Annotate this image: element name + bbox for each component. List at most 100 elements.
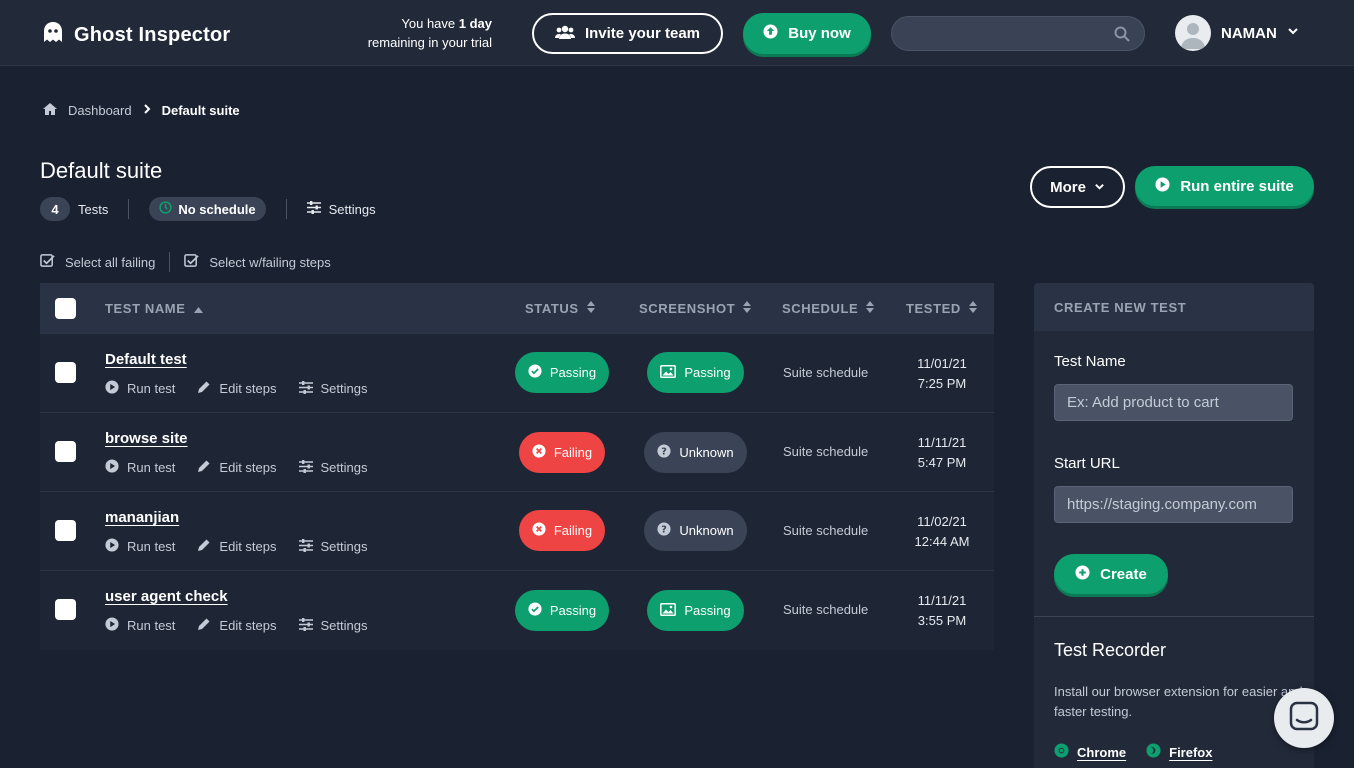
start-url-input[interactable]: https://staging.company.com xyxy=(1054,486,1293,523)
schedule-cell: Suite schedule xyxy=(783,523,869,538)
edit-steps-button[interactable]: Edit steps xyxy=(197,380,277,397)
run-test-button[interactable]: Run test xyxy=(105,538,175,555)
panel-header: CREATE NEW TEST xyxy=(1034,283,1314,331)
create-button[interactable]: Create xyxy=(1054,554,1168,594)
status-label: Failing xyxy=(553,523,593,538)
status-badge[interactable]: Failing xyxy=(519,432,605,473)
row-checkbox[interactable] xyxy=(55,362,76,383)
sliders-icon xyxy=(298,380,313,397)
status-label: Passing xyxy=(549,603,597,618)
row-checkbox[interactable] xyxy=(55,520,76,541)
firefox-extension-link[interactable]: Firefox xyxy=(1146,743,1212,761)
column-header-test-name[interactable]: TEST NAME xyxy=(105,301,203,316)
recorder-title: Test Recorder xyxy=(1054,640,1167,660)
select-all-failing-button[interactable]: Select all failing xyxy=(40,253,155,271)
column-label: STATUS xyxy=(525,301,579,316)
buy-now-button[interactable]: Buy now xyxy=(743,13,871,54)
chat-launcher-button[interactable] xyxy=(1274,688,1334,748)
tested-date: 11/02/21 xyxy=(917,514,967,529)
screenshot-label: Passing xyxy=(684,603,731,618)
breadcrumb-dashboard-link[interactable]: Dashboard xyxy=(68,103,132,118)
create-label: Create xyxy=(1100,565,1147,583)
divider xyxy=(169,252,171,272)
invite-team-button[interactable]: Invite your team xyxy=(532,13,723,54)
test-name-link[interactable]: browse site xyxy=(105,430,188,447)
row-actions: Run test Edit steps Settings xyxy=(105,459,390,476)
page-title: Default suite xyxy=(40,158,163,183)
tested-cell: 11/11/21 5:47 PM xyxy=(906,433,978,473)
play-circle-icon xyxy=(105,617,119,634)
sliders-icon xyxy=(298,617,313,634)
test-settings-button[interactable]: Settings xyxy=(298,459,368,476)
column-header-status[interactable]: STATUS xyxy=(525,301,595,316)
test-name-label: Test Name xyxy=(1054,353,1126,370)
select-failing-steps-label: Select w/failing steps xyxy=(209,254,331,270)
row-actions: Run test Edit steps Settings xyxy=(105,380,390,397)
run-test-label: Run test xyxy=(127,381,176,396)
check-square-icon xyxy=(40,253,55,271)
run-entire-suite-button[interactable]: Run entire suite xyxy=(1135,166,1314,206)
image-icon xyxy=(660,602,677,619)
logo-text: Ghost Inspector xyxy=(74,24,231,46)
chevron-right-icon xyxy=(142,103,152,118)
test-settings-button[interactable]: Settings xyxy=(298,538,368,555)
settings-label: Settings xyxy=(320,381,368,396)
ghost-logo-icon xyxy=(40,20,66,51)
test-name-link[interactable]: user agent check xyxy=(105,588,228,605)
chevron-down-icon xyxy=(1094,179,1105,196)
start-url-label: Start URL xyxy=(1054,455,1120,472)
status-badge[interactable]: Passing xyxy=(515,352,609,393)
tested-date: 11/01/21 xyxy=(917,356,967,371)
logo[interactable]: Ghost Inspector xyxy=(40,20,230,51)
edit-steps-button[interactable]: Edit steps xyxy=(197,538,277,555)
status-badge[interactable]: Passing xyxy=(515,590,609,631)
screenshot-badge[interactable]: Passing xyxy=(647,352,744,393)
edit-steps-button[interactable]: Edit steps xyxy=(197,459,277,476)
screenshot-badge[interactable]: Passing xyxy=(647,590,744,631)
test-name-input[interactable]: Ex: Add product to cart xyxy=(1054,384,1293,421)
row-checkbox[interactable] xyxy=(55,441,76,462)
chrome-extension-link[interactable]: Chrome xyxy=(1054,743,1126,761)
sort-up-icon xyxy=(193,301,203,316)
edit-steps-label: Edit steps xyxy=(219,618,277,633)
run-test-button[interactable]: Run test xyxy=(105,380,175,397)
tested-date: 11/11/21 xyxy=(917,435,967,450)
test-name-link[interactable]: Default test xyxy=(105,351,187,368)
user-menu[interactable]: NAMAN xyxy=(1175,15,1299,51)
run-test-label: Run test xyxy=(127,460,176,475)
select-failing-steps-button[interactable]: Select w/failing steps xyxy=(184,253,331,271)
x-circle-icon xyxy=(532,444,546,461)
search-input[interactable] xyxy=(891,16,1145,51)
column-header-tested[interactable]: TESTED xyxy=(906,301,977,316)
home-icon[interactable] xyxy=(42,102,58,119)
divider xyxy=(1034,616,1314,617)
select-controls: Select all failing Select w/failing step… xyxy=(40,252,331,272)
select-all-checkbox[interactable] xyxy=(55,298,76,319)
question-circle-icon: ? xyxy=(657,444,671,461)
test-name-link[interactable]: mananjian xyxy=(105,509,179,526)
tested-time: 3:55 PM xyxy=(917,613,967,628)
run-test-button[interactable]: Run test xyxy=(105,459,175,476)
table-row: browse site Run test Edit steps Settings… xyxy=(40,412,994,491)
suite-settings-link[interactable]: Settings xyxy=(306,201,376,217)
schedule-badge[interactable]: No schedule xyxy=(149,197,266,221)
column-header-screenshot[interactable]: SCREENSHOT xyxy=(639,301,752,316)
status-badge[interactable]: Failing xyxy=(519,510,605,551)
recorder-description: Install our browser extension for easier… xyxy=(1054,684,1303,719)
tested-time: 12:44 AM xyxy=(914,534,970,549)
top-bar: Ghost Inspector You have 1 day remaining… xyxy=(0,0,1354,66)
row-checkbox[interactable] xyxy=(55,599,76,620)
search-icon[interactable] xyxy=(1114,26,1130,47)
pencil-icon xyxy=(197,459,211,476)
sort-icon xyxy=(866,301,875,316)
run-test-button[interactable]: Run test xyxy=(105,617,175,634)
test-settings-button[interactable]: Settings xyxy=(298,617,368,634)
screenshot-badge[interactable]: ? Unknown xyxy=(644,510,747,551)
test-settings-button[interactable]: Settings xyxy=(298,380,368,397)
edit-steps-button[interactable]: Edit steps xyxy=(197,617,277,634)
more-label: More xyxy=(1050,178,1086,196)
column-header-schedule[interactable]: SCHEDULE xyxy=(782,301,875,316)
screenshot-badge[interactable]: ? Unknown xyxy=(644,432,747,473)
more-button[interactable]: More xyxy=(1030,166,1125,208)
pencil-icon xyxy=(197,380,211,397)
